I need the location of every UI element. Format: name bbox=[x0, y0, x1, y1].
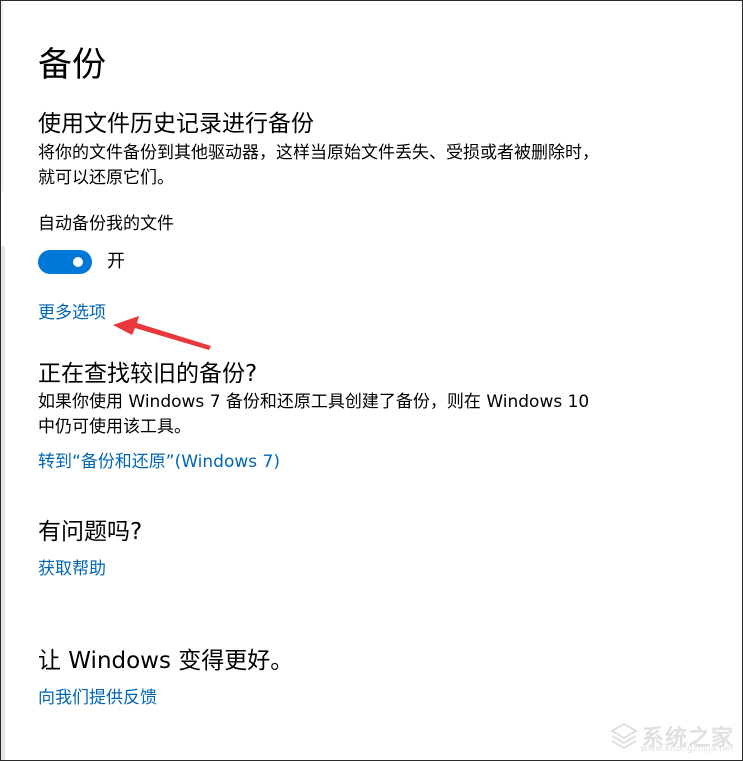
settings-window: 备份 使用文件历史记录进行备份 将你的文件备份到其他驱动器，这样当原始文件丢失、… bbox=[0, 0, 743, 761]
older-backup-description: 如果你使用 Windows 7 备份和还原工具创建了备份，则在 Windows … bbox=[38, 392, 590, 437]
get-help-link[interactable]: 获取帮助 bbox=[38, 557, 106, 581]
backup-restore-windows7-link[interactable]: 转到“备份和还原”(Windows 7) bbox=[38, 450, 280, 474]
help-heading: 有问题吗? bbox=[38, 519, 143, 545]
older-backup-heading: 正在查找较旧的备份? bbox=[38, 361, 258, 387]
watermark: 系统之家 www.xitongzhijia.net bbox=[609, 720, 734, 754]
feedback-heading: 让 Windows 变得更好。 bbox=[38, 648, 294, 674]
watermark-url: www.xitongzhijia.net bbox=[640, 744, 734, 754]
give-feedback-link[interactable]: 向我们提供反馈 bbox=[38, 686, 157, 710]
xitongzhijia-logo-icon bbox=[609, 722, 638, 750]
